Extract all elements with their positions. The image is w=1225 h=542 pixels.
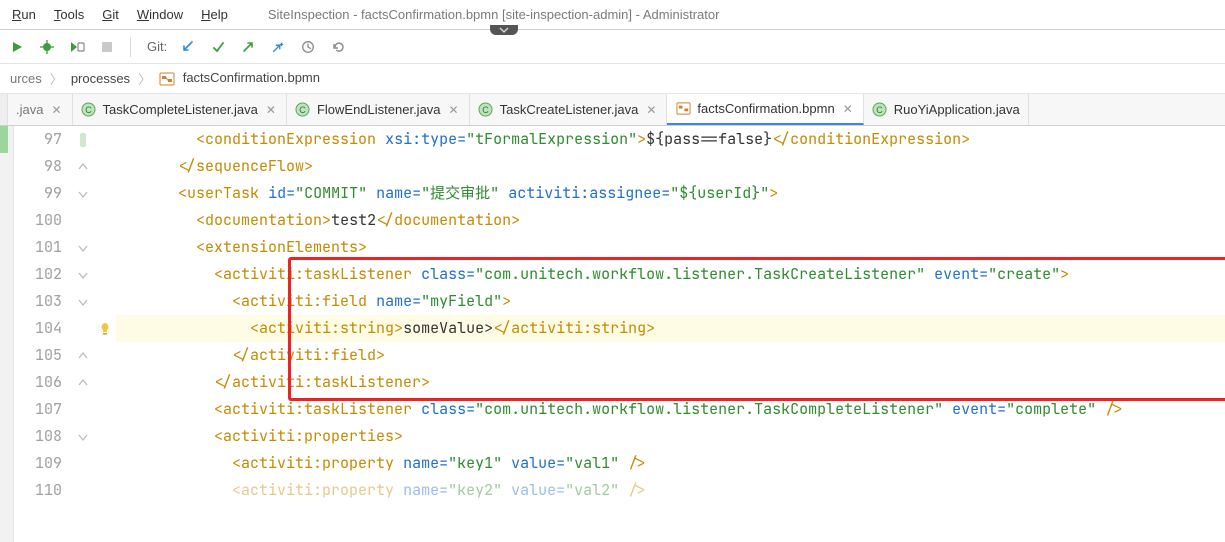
close-icon[interactable]: ✕ — [264, 103, 278, 117]
code-line-current[interactable]: <activiti:string>someValue></activiti:st… — [116, 315, 1225, 342]
toolbar-separator — [130, 37, 131, 57]
git-rollback-button[interactable] — [327, 36, 349, 58]
code-line[interactable]: <userTask id="COMMIT" name="提交审批" activi… — [116, 180, 1225, 207]
tab-partial[interactable]: .java ✕ — [8, 94, 73, 125]
line-number: 98 — [14, 153, 72, 180]
svg-text:C: C — [300, 105, 307, 115]
line-number: 104 — [14, 315, 72, 342]
git-push-button[interactable] — [237, 36, 259, 58]
line-number: 102 — [14, 261, 72, 288]
java-class-icon: C — [295, 102, 311, 118]
change-marker — [0, 126, 8, 153]
fold-down-icon[interactable] — [72, 261, 94, 288]
stop-button[interactable] — [96, 36, 118, 58]
window-title: SiteInspection - factsConfirmation.bpmn … — [268, 7, 720, 22]
code-line[interactable]: <extensionElements> — [116, 234, 1225, 261]
code-line[interactable]: <activiti:property name="key1" value="va… — [116, 450, 1225, 477]
code-line[interactable]: <activiti:taskListener class="com.unitec… — [116, 396, 1225, 423]
line-number: 109 — [14, 450, 72, 477]
bpmn-file-icon — [675, 101, 691, 117]
bpmn-file-icon — [159, 71, 175, 87]
fold-up-icon[interactable] — [72, 369, 94, 396]
line-number: 99 — [14, 180, 72, 207]
java-class-icon: C — [872, 102, 888, 118]
close-icon[interactable]: ✕ — [644, 103, 658, 117]
code-line[interactable]: <activiti:property name="key2" value="va… — [116, 477, 1225, 504]
line-number: 106 — [14, 369, 72, 396]
fold-down-icon[interactable] — [72, 234, 94, 261]
breadcrumb-item[interactable]: urces — [6, 69, 46, 88]
fold-down-icon[interactable] — [72, 180, 94, 207]
code-editor[interactable]: 97 98 99 100 101 102 103 104 105 106 107… — [0, 126, 1225, 542]
chevron-right-icon: 〉 — [138, 69, 151, 88]
menu-git[interactable]: Git — [94, 3, 127, 26]
debug-button[interactable] — [36, 36, 58, 58]
close-icon[interactable]: ✕ — [841, 102, 855, 116]
tab-ruoyi-application[interactable]: C RuoYiApplication.java — [864, 94, 1029, 125]
code-line[interactable]: <conditionExpression xsi:type="tFormalEx… — [116, 126, 1225, 153]
line-number: 97 — [14, 126, 72, 153]
menu-help[interactable]: Help — [193, 3, 236, 26]
svg-text:C: C — [877, 105, 884, 115]
git-update-button[interactable] — [177, 36, 199, 58]
tab-facts-confirmation[interactable]: factsConfirmation.bpmn ✕ — [667, 94, 863, 125]
svg-text:C: C — [482, 105, 489, 115]
line-number: 100 — [14, 207, 72, 234]
breadcrumb-item[interactable]: processes — [67, 69, 134, 88]
java-class-icon: C — [81, 102, 97, 118]
close-icon[interactable]: ✕ — [447, 103, 461, 117]
tab-task-complete-listener[interactable]: C TaskCompleteListener.java ✕ — [73, 94, 287, 125]
git-history-button[interactable] — [297, 36, 319, 58]
java-class-icon: C — [478, 102, 494, 118]
marker-bar — [0, 126, 14, 542]
breadcrumb: urces 〉 processes 〉 factsConfirmation.bp… — [0, 64, 1225, 94]
code-area[interactable]: <conditionExpression xsi:type="tFormalEx… — [116, 126, 1225, 542]
line-number-gutter: 97 98 99 100 101 102 103 104 105 106 107… — [14, 126, 72, 542]
code-line[interactable]: </activiti:taskListener> — [116, 369, 1225, 396]
git-label: Git: — [147, 39, 167, 54]
git-new-branch-button[interactable] — [267, 36, 289, 58]
gutter-icon-column — [94, 126, 116, 542]
code-line[interactable]: <activiti:properties> — [116, 423, 1225, 450]
run-coverage-button[interactable] — [66, 36, 88, 58]
main-toolbar: Git: — [0, 30, 1225, 64]
git-commit-button[interactable] — [207, 36, 229, 58]
intention-bulb-icon[interactable] — [94, 315, 116, 342]
svg-text:C: C — [85, 105, 92, 115]
line-number: 105 — [14, 342, 72, 369]
tab-flow-end-listener[interactable]: C FlowEndListener.java ✕ — [287, 94, 470, 125]
menu-run[interactable]: Run — [4, 3, 44, 26]
code-line[interactable]: <activiti:taskListener class="com.unitec… — [116, 261, 1225, 288]
change-marker — [72, 126, 94, 153]
tab-task-create-listener[interactable]: C TaskCreateListener.java ✕ — [470, 94, 668, 125]
code-line[interactable]: <documentation>test2</documentation> — [116, 207, 1225, 234]
close-icon[interactable]: ✕ — [49, 103, 63, 117]
run-button[interactable] — [6, 36, 28, 58]
tab-strip-leading — [0, 94, 8, 125]
chevron-right-icon: 〉 — [50, 69, 63, 88]
line-number: 103 — [14, 288, 72, 315]
line-number: 101 — [14, 234, 72, 261]
toolbar-overflow-chip[interactable] — [490, 25, 518, 35]
breadcrumb-item-current[interactable]: factsConfirmation.bpmn — [155, 68, 324, 89]
code-line[interactable]: <activiti:field name="myField"> — [116, 288, 1225, 315]
code-line[interactable]: </activiti:field> — [116, 342, 1225, 369]
fold-up-icon[interactable] — [72, 342, 94, 369]
fold-down-icon[interactable] — [72, 423, 94, 450]
menu-window[interactable]: Window — [129, 3, 191, 26]
line-number: 107 — [14, 396, 72, 423]
fold-up-icon[interactable] — [72, 153, 94, 180]
menu-tools[interactable]: Tools — [46, 3, 92, 26]
line-number: 110 — [14, 477, 72, 504]
menu-bar: Run Tools Git Window Help SiteInspection… — [0, 0, 1225, 30]
fold-column — [72, 126, 94, 542]
line-number: 108 — [14, 423, 72, 450]
code-line[interactable]: </sequenceFlow> — [116, 153, 1225, 180]
fold-down-icon[interactable] — [72, 288, 94, 315]
editor-tabs: .java ✕ C TaskCompleteListener.java ✕ C … — [0, 94, 1225, 126]
